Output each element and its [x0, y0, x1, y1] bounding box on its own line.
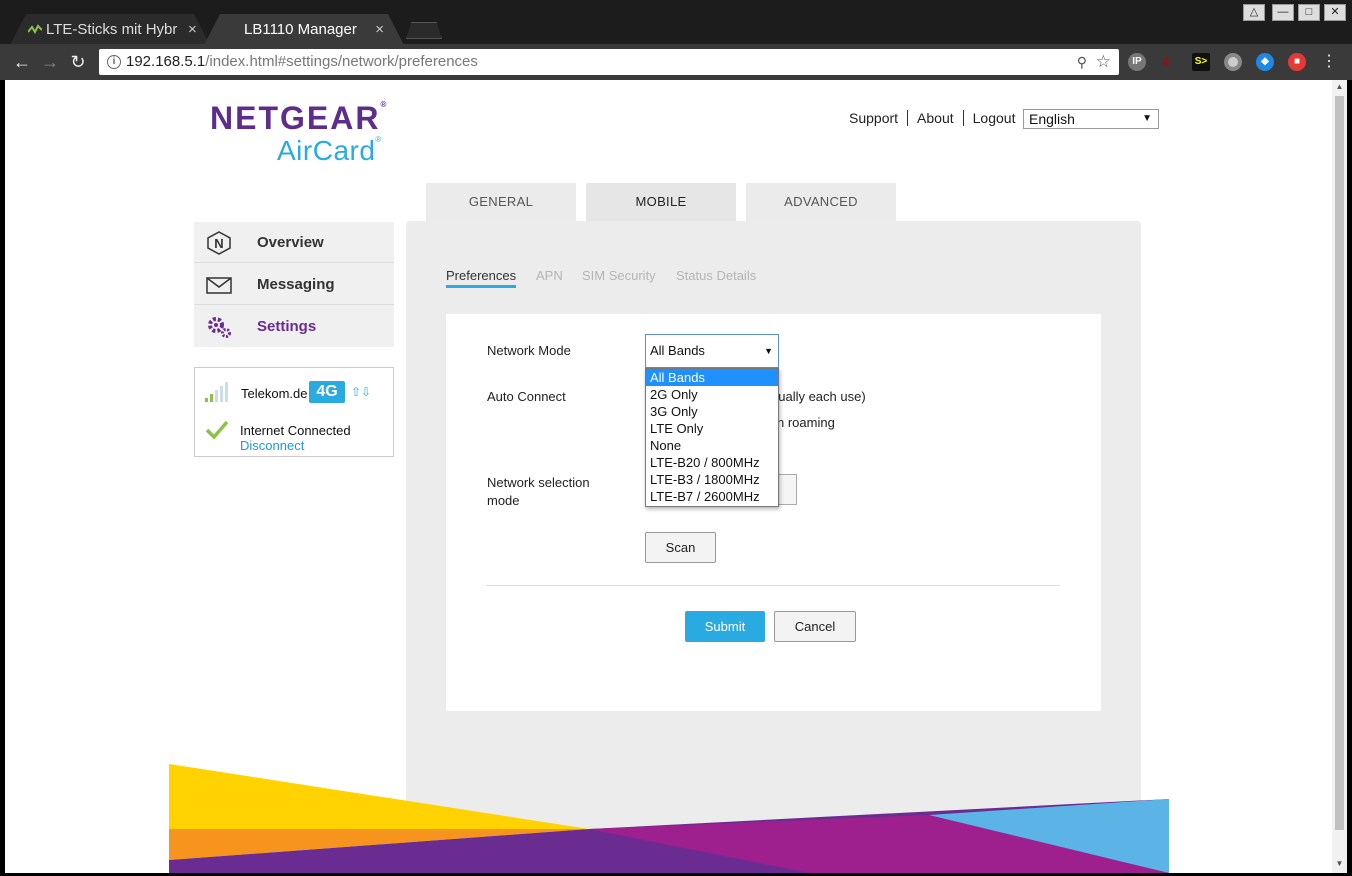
option-lte-only[interactable]: LTE Only [646, 420, 778, 437]
minimize-button[interactable]: — [1272, 4, 1294, 21]
svg-text:N: N [214, 236, 223, 251]
sidebar-item-label: Overview [257, 234, 324, 251]
scan-button[interactable]: Scan [645, 532, 716, 563]
gears-icon [208, 317, 231, 338]
form-divider [486, 585, 1060, 586]
browser-tab-lb1110-manager[interactable]: LB1110 Manager × [204, 14, 404, 45]
network-mode-select[interactable]: All Bands ▼ [645, 334, 779, 368]
netgear-logo: NETGEAR® [210, 100, 389, 136]
tab-advanced[interactable]: ADVANCED [746, 183, 896, 221]
sidebar-item-label: Messaging [257, 276, 335, 293]
language-value: English [1029, 111, 1075, 127]
forward-arrow-icon[interactable]: → [39, 51, 61, 73]
option-none[interactable]: None [646, 437, 778, 454]
circle-extension-icon[interactable] [1224, 53, 1242, 71]
browser-toolbar: ← → ↻ i 192.168.5.1/index.html#settings/… [0, 44, 1352, 80]
option-lte-b3[interactable]: LTE-B3 / 1800MHz [646, 471, 778, 488]
tab-general[interactable]: GENERAL [426, 183, 576, 221]
logout-link[interactable]: Logout [964, 110, 1025, 126]
language-select[interactable]: English ▼ [1023, 109, 1159, 129]
subtab-preferences[interactable]: Preferences [446, 268, 517, 288]
page-viewport: NETGEAR® AirCard® Support About Logout Eng… [5, 80, 1332, 873]
disconnect-link[interactable]: Disconnect [240, 438, 304, 453]
window-close-button[interactable]: ✕ [1324, 4, 1346, 21]
url-host: 192.168.5.1 [126, 53, 206, 70]
scroll-down-icon[interactable]: ▼ [1332, 857, 1347, 871]
subtab-status-details[interactable]: Status Details [676, 268, 756, 283]
network-type-badge: 4G [309, 381, 345, 403]
key-icon[interactable]: ⚲ [1077, 49, 1087, 75]
preferences-form-panel: Network Mode All Bands ▼ Auto Connect nu… [446, 314, 1101, 711]
about-link[interactable]: About [908, 110, 964, 126]
adblock-extension-icon[interactable]: ■ [1288, 53, 1306, 71]
tab-mobile[interactable]: MOBILE [586, 183, 736, 221]
site-favicon-icon [28, 24, 42, 35]
page-scrollbar[interactable]: ▲ ▼ [1332, 80, 1347, 873]
tab-title: LB1110 Manager [244, 21, 357, 38]
envelope-icon [206, 277, 232, 294]
reload-icon[interactable]: ↻ [67, 51, 89, 73]
address-bar[interactable]: i 192.168.5.1/index.html#settings/networ… [99, 49, 1119, 75]
sidebar-item-messaging[interactable]: Messaging [194, 264, 394, 305]
header-links: Support About Logout [840, 110, 1024, 126]
operator-name: Telekom.de [241, 386, 308, 401]
new-tab-button[interactable] [406, 22, 442, 39]
ip-extension-icon[interactable]: IP [1128, 53, 1146, 71]
profile-icon[interactable]: △ [1243, 4, 1265, 21]
option-3g-only[interactable]: 3G Only [646, 403, 778, 420]
url-path: /index.html#settings/network/preferences [205, 53, 478, 70]
back-arrow-icon[interactable]: ← [11, 51, 33, 73]
checkmark-icon [205, 420, 229, 440]
subtab-sim-security[interactable]: SIM Security [582, 268, 656, 283]
network-mode-value: All Bands [650, 343, 705, 358]
info-icon[interactable]: i [107, 55, 121, 69]
tab-title: LTE-Sticks mit Hybr [46, 21, 178, 38]
decorative-color-band [169, 764, 1169, 873]
dropdown-arrow-icon: ▼ [764, 346, 773, 356]
submit-button[interactable]: Submit [685, 611, 765, 642]
network-mode-dropdown-list: All Bands 2G Only 3G Only LTE Only None … [645, 368, 779, 507]
maximize-button[interactable]: □ [1298, 4, 1320, 21]
cancel-button[interactable]: Cancel [774, 611, 856, 642]
option-lte-b7[interactable]: LTE-B7 / 2600MHz [646, 488, 778, 505]
sidebar: N Overview Messaging Settings [194, 222, 394, 347]
support-link[interactable]: Support [840, 110, 909, 126]
scroll-up-icon[interactable]: ▲ [1332, 80, 1347, 94]
option-all-bands[interactable]: All Bands [646, 369, 778, 386]
sidebar-item-settings[interactable]: Settings [194, 306, 394, 347]
gem-extension-icon[interactable]: ◆ [1256, 53, 1274, 71]
sidebar-item-overview[interactable]: N Overview [194, 222, 394, 263]
menu-kebab-icon[interactable]: ⋮ [1318, 51, 1340, 73]
data-transfer-arrows-icon: ⇧⇩ [351, 385, 372, 399]
auto-connect-option-text: nually each use) [771, 389, 866, 404]
option-lte-b20[interactable]: LTE-B20 / 800MHz [646, 454, 778, 471]
netgear-n-icon: N [207, 231, 231, 255]
scrollbar-thumb[interactable] [1335, 96, 1344, 830]
tab-close-icon[interactable]: × [188, 14, 197, 45]
browser-titlebar: LTE-Sticks mit Hybr × LB1110 Manager × △… [0, 0, 1352, 45]
auto-connect-label: Auto Connect [487, 389, 566, 404]
signal-bars-icon [205, 382, 228, 402]
network-selection-label: Network selection mode [487, 475, 590, 508]
sidebar-item-label: Settings [257, 318, 317, 335]
network-selection-select[interactable] [776, 474, 797, 505]
subtab-apn[interactable]: APN [536, 268, 563, 283]
dropdown-arrow-icon: ▼ [1142, 113, 1152, 124]
connection-status-text: Internet Connected [240, 423, 351, 438]
connection-status-box: Telekom.de 4G ⇧⇩ Internet Connected Disc… [194, 367, 394, 457]
bookmark-star-icon[interactable]: ☆ [1096, 49, 1111, 75]
extension-badge-icon[interactable]: 4 [1157, 53, 1175, 71]
browser-tab-lte-sticks[interactable]: LTE-Sticks mit Hybr [10, 14, 210, 45]
network-mode-label: Network Mode [487, 343, 571, 358]
tab-close-icon[interactable]: × [375, 14, 384, 45]
aircard-logo: AirCard® [277, 135, 382, 166]
auto-connect-roaming-text: n roaming [777, 415, 835, 430]
option-2g-only[interactable]: 2G Only [646, 386, 778, 403]
terminal-extension-icon[interactable]: S> [1192, 53, 1210, 71]
